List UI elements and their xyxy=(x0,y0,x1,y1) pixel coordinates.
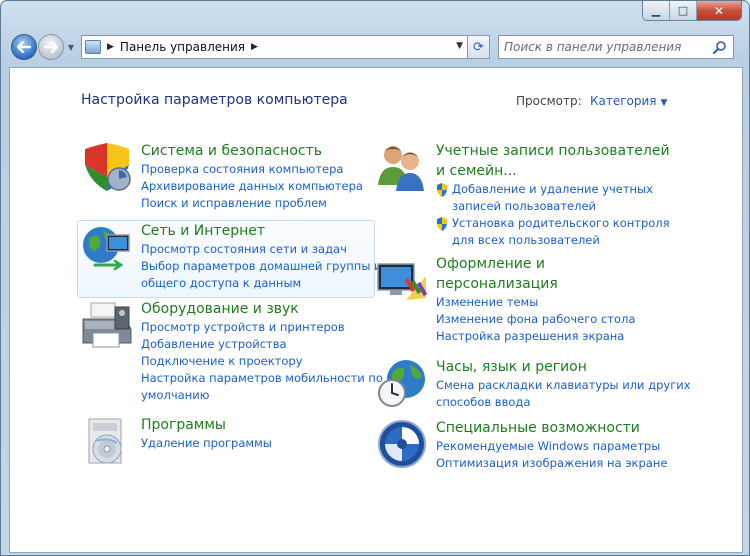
programs-disc-icon[interactable] xyxy=(81,415,133,467)
search-box[interactable] xyxy=(498,35,734,59)
category-title[interactable]: Сеть и Интернет xyxy=(141,221,382,241)
category-system-security: Система и безопасность Проверка состояни… xyxy=(81,141,363,212)
category-body: Учетные записи пользователей и семейн...… xyxy=(436,141,670,249)
history-dropdown[interactable]: ▼ xyxy=(65,41,77,53)
address-dropdown-icon[interactable]: ▼ xyxy=(456,41,463,51)
category-appearance: Оформление и персонализация Изменение те… xyxy=(376,254,676,344)
link-mobility[interactable]: Настройка параметров мобильности по xyxy=(141,370,383,387)
link-homegroup-cont[interactable]: общего доступа к данным xyxy=(141,275,382,292)
link-parental-controls-cont[interactable]: для всех пользователей xyxy=(436,232,670,249)
category-body: Специальные возможности Рекомендуемые Wi… xyxy=(436,418,667,472)
refresh-button[interactable]: ⟳ xyxy=(468,35,490,59)
address-bar[interactable]: ▶ Панель управления ▶ ▼ xyxy=(81,35,468,59)
monitor-paint-icon[interactable] xyxy=(376,254,428,306)
forward-arrow-icon xyxy=(44,41,58,53)
category-title[interactable]: Программы xyxy=(141,415,272,435)
link-screen-resolution[interactable]: Настройка разрешения экрана xyxy=(436,328,635,345)
security-shield-icon[interactable] xyxy=(81,141,133,193)
back-arrow-icon xyxy=(17,41,31,53)
category-clock-language-region: Часы, язык и регион Смена раскладки клав… xyxy=(376,357,691,413)
category-title[interactable]: Оформление и xyxy=(436,254,635,274)
printer-icon[interactable] xyxy=(81,299,133,351)
search-icon[interactable] xyxy=(713,40,727,54)
clock-globe-icon[interactable] xyxy=(376,357,428,409)
link-add-remove-accounts[interactable]: Добавление и удаление учетных xyxy=(436,181,670,198)
category-title[interactable]: Специальные возможности xyxy=(436,418,667,438)
category-title-cont[interactable]: персонализация xyxy=(436,274,635,294)
category-body: Оформление и персонализация Изменение те… xyxy=(436,254,635,345)
link-projector[interactable]: Подключение к проектору xyxy=(141,353,383,370)
control-panel-icon xyxy=(85,40,101,54)
category-hardware-sound: Оборудование и звук Просмотр устройств и… xyxy=(81,299,383,404)
link-text[interactable]: Установка родительского контроля xyxy=(452,216,670,230)
link-homegroup[interactable]: Выбор параметров домашней группы и xyxy=(141,258,382,275)
link-mobility-cont[interactable]: умолчанию xyxy=(141,387,383,404)
breadcrumb-arrow-icon[interactable]: ▶ xyxy=(251,42,258,52)
accessibility-icon[interactable] xyxy=(376,418,428,470)
minimize-button[interactable]: ▁ xyxy=(643,1,670,20)
forward-button[interactable] xyxy=(38,34,64,60)
link-troubleshoot[interactable]: Поиск и исправление проблем xyxy=(141,195,363,212)
breadcrumb-control-panel[interactable]: Панель управления xyxy=(120,40,245,54)
link-keyboard-layout[interactable]: Смена раскладки клавиатуры или других xyxy=(436,377,691,394)
control-panel-window: ▁ □ ✕ ▼ ▶ Панель управления ▶ ▼ ⟳ Поиск … xyxy=(0,0,750,556)
back-button[interactable] xyxy=(11,34,37,60)
caption-buttons: ▁ □ ✕ xyxy=(642,1,742,21)
link-change-theme[interactable]: Изменение темы xyxy=(436,294,635,311)
category-ease-of-access: Специальные возможности Рекомендуемые Wi… xyxy=(376,418,676,474)
view-by-value[interactable]: Категория xyxy=(590,94,657,108)
link-backup[interactable]: Архивирование данных компьютера xyxy=(141,178,363,195)
category-body: Часы, язык и регион Смена раскладки клав… xyxy=(436,357,691,411)
link-network-status[interactable]: Просмотр состояния сети и задач xyxy=(141,241,382,258)
link-keyboard-layout-cont[interactable]: способов ввода xyxy=(436,394,691,411)
link-devices-printers[interactable]: Просмотр устройств и принтеров xyxy=(141,319,383,336)
link-add-remove-accounts-cont[interactable]: записей пользователей xyxy=(436,198,670,215)
chevron-down-icon: ▼ xyxy=(67,42,75,52)
globe-network-icon[interactable] xyxy=(81,221,133,273)
category-title[interactable]: Система и безопасность xyxy=(141,141,363,161)
category-programs: Программы Удаление программы xyxy=(81,415,361,471)
search-input[interactable] xyxy=(499,40,709,54)
view-by-label: Просмотр: xyxy=(516,94,582,108)
link-uninstall-program[interactable]: Удаление программы xyxy=(141,435,272,452)
category-body: Оборудование и звук Просмотр устройств и… xyxy=(141,299,383,404)
category-body: Программы Удаление программы xyxy=(141,415,272,452)
uac-shield-icon xyxy=(437,217,447,231)
navigation-bar: ▼ ▶ Панель управления ▶ ▼ ⟳ xyxy=(7,31,745,63)
link-text[interactable]: Добавление и удаление учетных xyxy=(452,182,653,196)
link-check-status[interactable]: Проверка состояния компьютера xyxy=(141,161,363,178)
category-user-accounts: Учетные записи пользователей и семейн...… xyxy=(376,141,706,251)
content-area: Настройка параметров компьютера Просмотр… xyxy=(9,67,743,553)
breadcrumb-arrow-icon[interactable]: ▶ xyxy=(107,42,114,52)
category-network-internet: Сеть и Интернет Просмотр состояния сети … xyxy=(81,221,382,296)
users-icon[interactable] xyxy=(376,141,428,193)
category-title[interactable]: Оборудование и звук xyxy=(141,299,383,319)
close-button[interactable]: ✕ xyxy=(697,1,741,20)
refresh-icon: ⟳ xyxy=(473,39,484,55)
category-title-cont[interactable]: и семейн... xyxy=(436,161,670,181)
category-body: Система и безопасность Проверка состояни… xyxy=(141,141,363,212)
link-add-device[interactable]: Добавление устройства xyxy=(141,336,383,353)
category-title[interactable]: Учетные записи пользователей xyxy=(436,141,670,161)
chevron-down-icon[interactable]: ▼ xyxy=(661,98,668,108)
view-by-dropdown[interactable]: Категория ▼ xyxy=(590,94,667,108)
link-optimize-display[interactable]: Оптимизация изображения на экране xyxy=(436,455,667,472)
link-recommended-settings[interactable]: Рекомендуемые Windows параметры xyxy=(436,438,667,455)
uac-shield-icon xyxy=(437,183,447,197)
category-title[interactable]: Часы, язык и регион xyxy=(436,357,691,377)
link-parental-controls[interactable]: Установка родительского контроля xyxy=(436,215,670,232)
link-change-background[interactable]: Изменение фона рабочего стола xyxy=(436,311,635,328)
category-body: Сеть и Интернет Просмотр состояния сети … xyxy=(141,221,382,292)
page-title: Настройка параметров компьютера xyxy=(81,92,348,108)
maximize-button[interactable]: □ xyxy=(670,1,697,20)
